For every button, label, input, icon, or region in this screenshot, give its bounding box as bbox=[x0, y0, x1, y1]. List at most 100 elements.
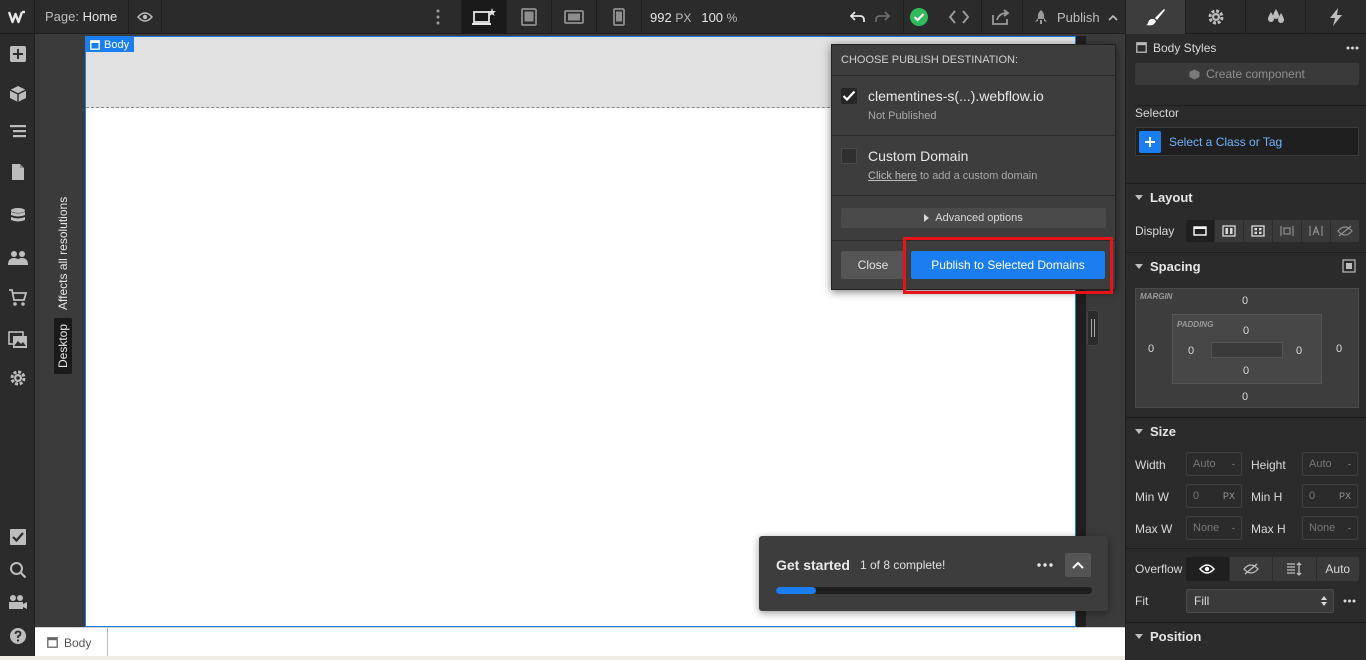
video-tutorials-button[interactable] bbox=[0, 586, 35, 618]
canvas-resize-handle[interactable] bbox=[1087, 310, 1099, 346]
display-inline-button[interactable] bbox=[1302, 220, 1331, 242]
users-panel-button[interactable] bbox=[0, 242, 35, 274]
page-selector[interactable]: Page: Home bbox=[45, 9, 117, 24]
margin-bottom-value[interactable]: 0 bbox=[1242, 391, 1248, 403]
add-panel-button[interactable] bbox=[0, 38, 35, 70]
desktop-star-icon bbox=[472, 8, 496, 25]
code-export-button[interactable] bbox=[941, 0, 977, 34]
undo-button[interactable] bbox=[846, 0, 870, 34]
position-section-header[interactable]: Position bbox=[1126, 622, 1366, 650]
destination-custom-checkbox[interactable] bbox=[841, 148, 857, 164]
padding-top-value[interactable]: 0 bbox=[1243, 325, 1249, 337]
chevron-up-icon bbox=[1108, 14, 1118, 21]
tab-style-manager[interactable] bbox=[1246, 0, 1306, 34]
height-input[interactable]: Auto - bbox=[1302, 452, 1358, 476]
device-portrait-button[interactable] bbox=[596, 0, 641, 34]
collapse-triangle-icon bbox=[1135, 429, 1143, 434]
redo-button[interactable] bbox=[870, 0, 894, 34]
display-grid-button[interactable] bbox=[1244, 220, 1273, 242]
max-height-input[interactable]: None - bbox=[1302, 516, 1358, 540]
margin-left-value[interactable]: 0 bbox=[1148, 343, 1154, 355]
display-none-button[interactable] bbox=[1331, 220, 1359, 242]
margin-right-value[interactable]: 0 bbox=[1336, 343, 1342, 355]
padding-bottom-value[interactable]: 0 bbox=[1243, 365, 1249, 377]
get-started-widget: Get started 1 of 8 complete! bbox=[759, 536, 1108, 611]
height-value: Auto bbox=[1309, 458, 1332, 470]
navigator-icon bbox=[9, 125, 26, 138]
min-height-value: 0 bbox=[1309, 490, 1316, 502]
page-prefix: Page: bbox=[45, 9, 79, 24]
max-width-input[interactable]: None - bbox=[1186, 516, 1242, 540]
get-started-more-button[interactable] bbox=[1035, 555, 1055, 575]
symbols-panel-button[interactable] bbox=[0, 78, 35, 110]
zoom-value: 100 bbox=[701, 9, 724, 25]
overflow-hidden-button[interactable] bbox=[1230, 557, 1273, 581]
spacing-section-header[interactable]: Spacing bbox=[1126, 252, 1366, 280]
padding-right-value[interactable]: 0 bbox=[1296, 345, 1302, 357]
tab-settings[interactable] bbox=[1186, 0, 1246, 34]
webflow-logo[interactable] bbox=[0, 0, 35, 34]
add-custom-domain-link[interactable]: Click here bbox=[868, 170, 917, 182]
display-options bbox=[1186, 220, 1359, 242]
more-options-button[interactable] bbox=[430, 8, 446, 26]
device-desktop-button[interactable] bbox=[461, 0, 506, 34]
redo-icon bbox=[875, 11, 890, 22]
close-button[interactable]: Close bbox=[841, 251, 905, 279]
cms-panel-button[interactable] bbox=[0, 200, 35, 232]
advanced-options-toggle[interactable]: Advanced options bbox=[841, 208, 1106, 228]
tab-interactions[interactable] bbox=[1306, 0, 1366, 34]
tasks-panel-button[interactable] bbox=[0, 521, 35, 553]
max-height-unit: - bbox=[1348, 523, 1351, 533]
destination-webflow-checkbox[interactable] bbox=[841, 88, 857, 104]
overflow-scroll-button[interactable] bbox=[1273, 557, 1317, 581]
padding-left-value[interactable]: 0 bbox=[1188, 345, 1194, 357]
plus-square-icon bbox=[9, 46, 26, 62]
fit-more-icon[interactable] bbox=[1343, 599, 1356, 603]
destination-webflow-name: clementines-s(...).webflow.io bbox=[868, 88, 1044, 104]
canvas-width-unit: PX bbox=[675, 10, 692, 25]
search-button[interactable] bbox=[0, 554, 35, 586]
pages-panel-button[interactable] bbox=[0, 156, 35, 188]
fit-select[interactable]: Fill bbox=[1186, 589, 1334, 613]
breadcrumb-item-body[interactable]: Body bbox=[35, 628, 109, 657]
navigator-panel-button[interactable] bbox=[0, 116, 35, 148]
size-divider bbox=[1126, 548, 1366, 549]
get-started-collapse-button[interactable] bbox=[1065, 553, 1091, 577]
max-height-label: Max H bbox=[1251, 522, 1286, 536]
selected-element-tag[interactable]: Body bbox=[86, 36, 135, 52]
display-flex-button[interactable] bbox=[1215, 220, 1244, 242]
create-component-button[interactable]: Create component bbox=[1135, 63, 1359, 85]
size-section-header[interactable]: Size bbox=[1126, 417, 1366, 445]
add-selector-button[interactable] bbox=[1139, 131, 1161, 153]
assets-panel-button[interactable] bbox=[0, 324, 35, 356]
destination-custom-row[interactable]: Custom Domain Click here to add a custom… bbox=[832, 135, 1115, 195]
audit-status-button[interactable] bbox=[903, 0, 933, 34]
share-button[interactable] bbox=[981, 0, 1019, 34]
help-button[interactable] bbox=[0, 620, 35, 652]
resolution-indicator: Desktop Affects all resolutions bbox=[35, 34, 85, 627]
device-tablet-button[interactable] bbox=[506, 0, 551, 34]
preview-button[interactable] bbox=[128, 0, 162, 34]
get-started-progress-fill bbox=[776, 587, 816, 594]
selector-input[interactable]: Select a Class or Tag bbox=[1135, 127, 1359, 156]
publish-button[interactable]: Publish bbox=[1022, 0, 1125, 34]
display-block-button[interactable] bbox=[1186, 220, 1215, 242]
display-inline-block-button[interactable] bbox=[1273, 220, 1302, 242]
overflow-auto-button[interactable]: Auto bbox=[1317, 557, 1360, 581]
settings-panel-button[interactable] bbox=[0, 362, 35, 394]
undo-icon bbox=[850, 11, 865, 22]
cube-icon bbox=[9, 86, 26, 102]
overflow-visible-button[interactable] bbox=[1186, 557, 1230, 581]
tab-style[interactable] bbox=[1126, 0, 1186, 34]
styles-more-icon[interactable] bbox=[1346, 46, 1359, 50]
min-width-input[interactable]: 0 PX bbox=[1186, 484, 1242, 508]
margin-top-value[interactable]: 0 bbox=[1242, 295, 1248, 307]
ecommerce-panel-button[interactable] bbox=[0, 282, 35, 314]
device-landscape-button[interactable] bbox=[551, 0, 596, 34]
width-input[interactable]: Auto - bbox=[1186, 452, 1242, 476]
min-height-input[interactable]: 0 PX bbox=[1302, 484, 1358, 508]
canvas-size-readout[interactable]: 992 PX 100 % bbox=[641, 0, 841, 34]
layout-section-header[interactable]: Layout bbox=[1126, 183, 1366, 211]
spacing-preset-icon[interactable] bbox=[1342, 259, 1356, 273]
destination-webflow-row[interactable]: clementines-s(...).webflow.io Not Publis… bbox=[832, 75, 1115, 135]
